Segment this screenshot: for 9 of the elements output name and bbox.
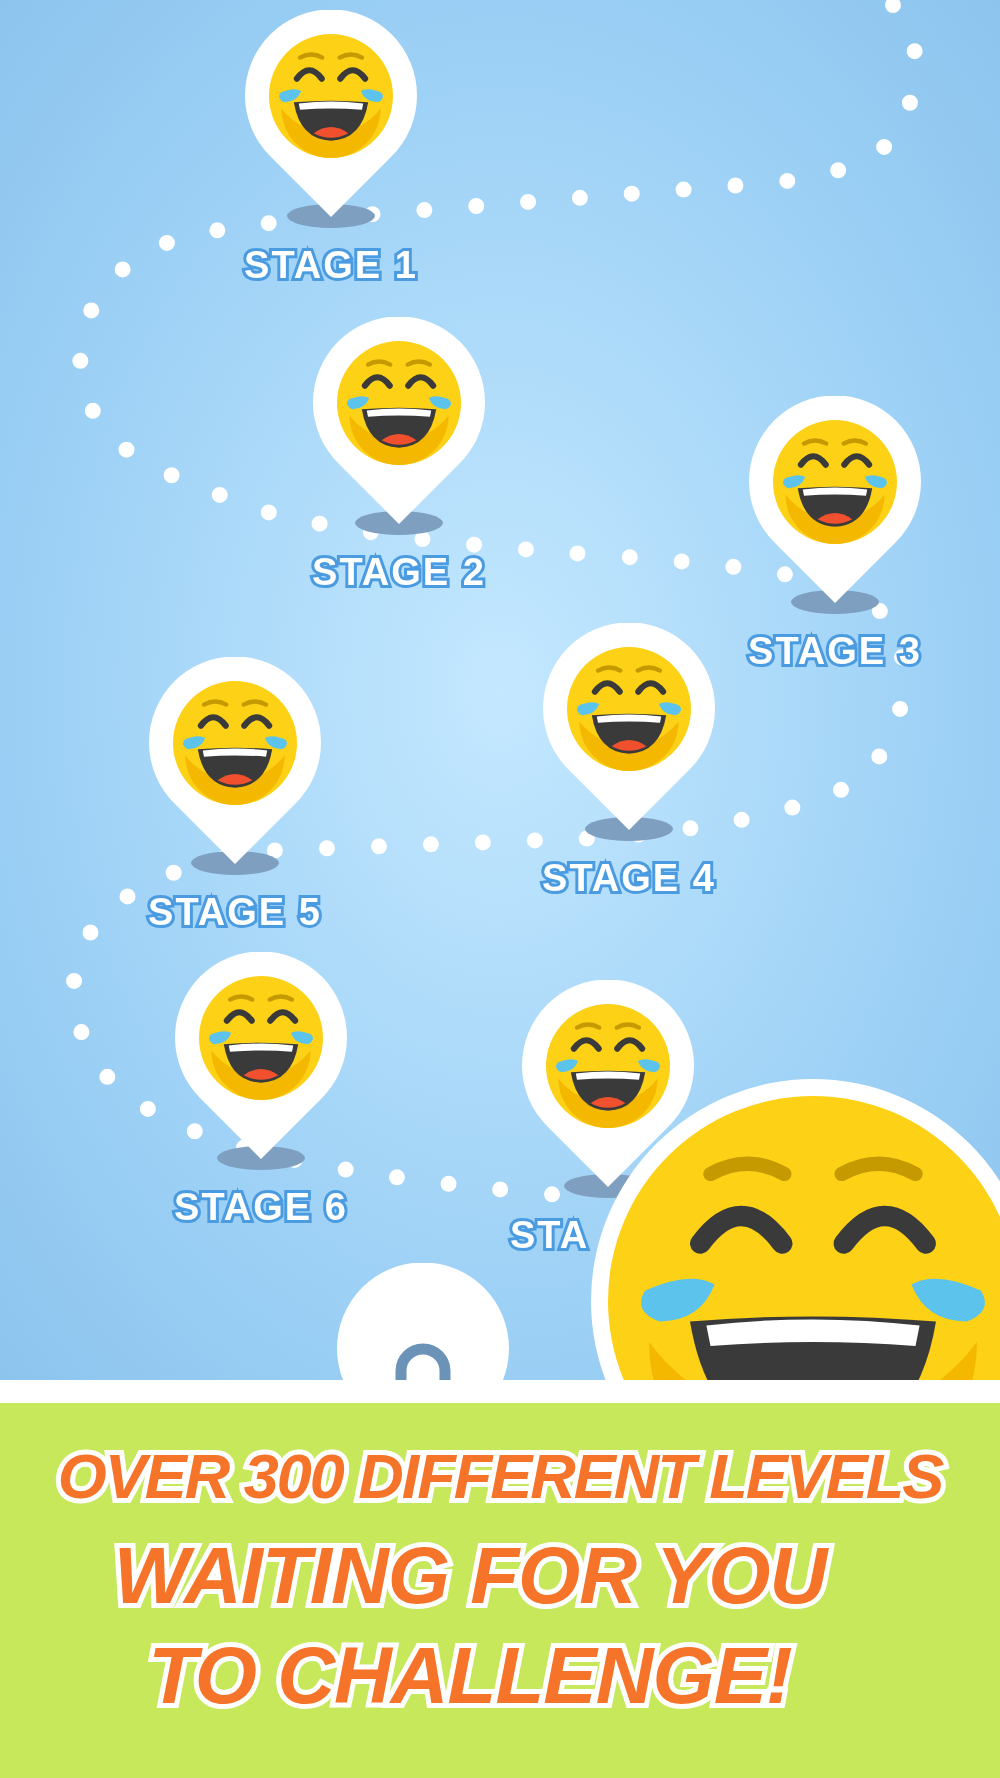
stage-label: STA [510,1216,590,1254]
stage-label: STAGE 5 [148,893,322,931]
stage-label: STAGE 1 [244,246,418,284]
headline-text: TO CHALLENGE! [148,1636,793,1716]
stage-label: STAGE 2 [312,553,486,591]
stage-label: STAGE 4 [542,859,716,897]
stage-label: STAGE 6 [174,1188,348,1226]
headline-text: WAITING FOR YOU [113,1536,830,1616]
headline-text: OVER 300 DIFFERENT LEVELS [57,1445,943,1508]
